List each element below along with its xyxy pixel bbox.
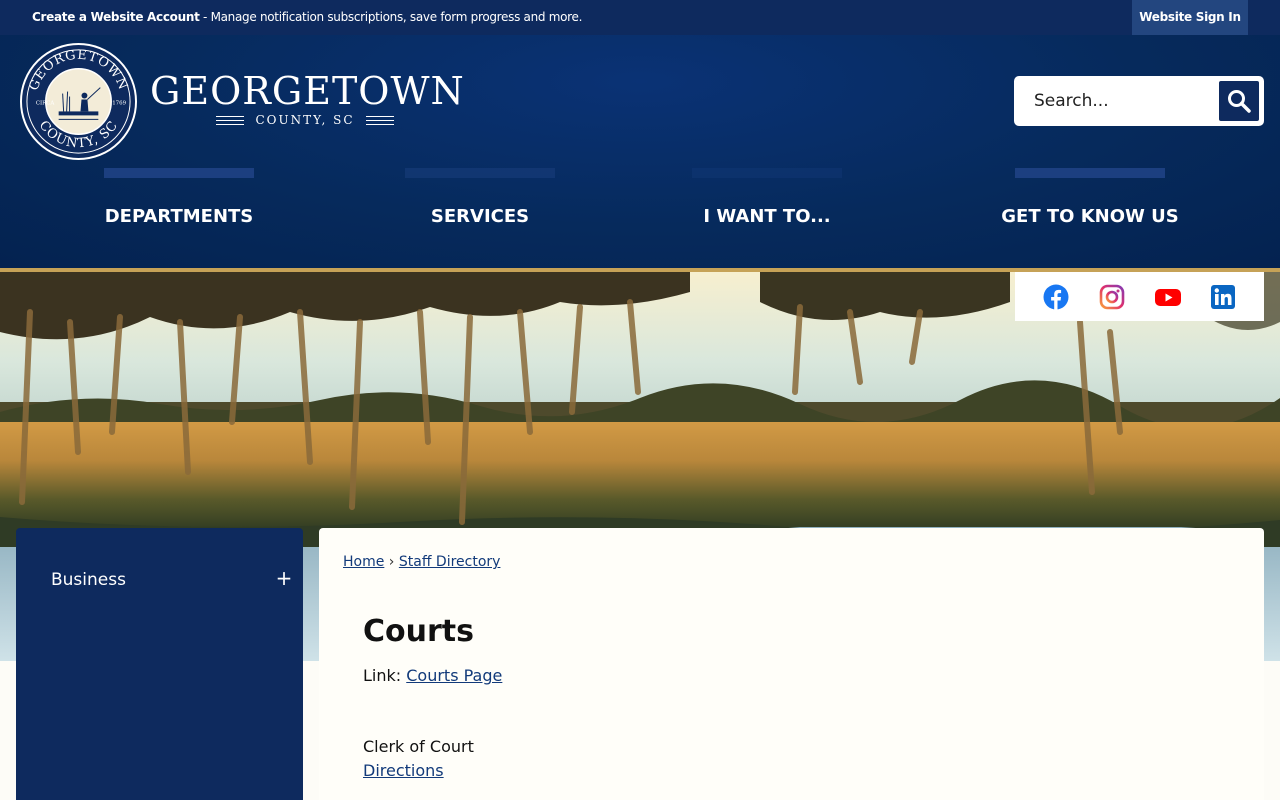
page-title: Courts — [363, 614, 474, 649]
nav-label: GET TO KNOW US — [1001, 206, 1179, 227]
decor-lines-left — [216, 116, 244, 125]
social-media-bar — [1015, 272, 1264, 321]
expand-plus-icon[interactable]: + — [274, 566, 294, 590]
instagram-icon[interactable] — [1099, 284, 1125, 310]
nav-services[interactable]: SERVICES — [405, 168, 555, 268]
sidebar-item-business[interactable]: Business — [51, 570, 126, 590]
breadcrumb-home[interactable]: Home — [343, 554, 384, 570]
create-account-bold: Create a Website Account — [32, 10, 200, 24]
nav-get-to-know-us[interactable]: GET TO KNOW US — [1001, 168, 1179, 268]
nav-i-want-to[interactable]: I WANT TO... — [692, 168, 842, 268]
svg-text:CIRCA: CIRCA — [36, 100, 55, 106]
courts-page-link[interactable]: Courts Page — [406, 666, 502, 685]
directions-link[interactable]: Directions — [363, 761, 444, 780]
create-account-link[interactable]: Create a Website Account - Manage notifi… — [32, 10, 582, 24]
nav-indicator — [692, 168, 842, 178]
breadcrumb-staff-directory[interactable]: Staff Directory — [399, 554, 501, 570]
nav-indicator — [405, 168, 555, 178]
brand-subtitle: COUNTY, SC — [216, 112, 394, 128]
courts-link-row: Link: Courts Page — [363, 666, 502, 685]
link-prefix: Link: — [363, 666, 407, 685]
breadcrumb: Home › Staff Directory — [343, 554, 500, 570]
youtube-icon[interactable] — [1154, 284, 1182, 310]
search-input[interactable] — [1024, 84, 1220, 118]
nav-label: DEPARTMENTS — [104, 206, 254, 227]
search-button[interactable] — [1219, 81, 1259, 121]
site-header: GEORGETOWN COUNTY, SC CIRCA 1769 GEORGET… — [0, 35, 1280, 268]
website-sign-in-button[interactable]: Website Sign In — [1132, 0, 1248, 35]
nav-indicator — [1015, 168, 1165, 178]
office-name: Clerk of Court — [363, 737, 474, 756]
county-seal-logo[interactable]: GEORGETOWN COUNTY, SC CIRCA 1769 — [19, 42, 138, 161]
brand-title[interactable]: GEORGETOWN — [150, 69, 465, 113]
facebook-icon[interactable] — [1043, 284, 1069, 310]
brand-subtitle-text: COUNTY, SC — [255, 113, 355, 127]
search-icon — [1228, 90, 1251, 113]
nav-label: I WANT TO... — [703, 206, 831, 227]
search-box — [1014, 76, 1264, 126]
nav-indicator — [104, 168, 254, 178]
svg-text:1769: 1769 — [112, 100, 126, 106]
decor-lines-right — [366, 116, 394, 125]
nav-label: SERVICES — [430, 206, 530, 227]
sidebar-nav: Business + — [16, 528, 303, 800]
breadcrumb-separator: › — [388, 554, 395, 570]
nav-departments[interactable]: DEPARTMENTS — [104, 168, 254, 268]
linkedin-icon[interactable] — [1210, 284, 1236, 310]
main-content: Home › Staff Directory Courts Link: Cour… — [319, 528, 1264, 800]
create-account-description: - Manage notification subscriptions, sav… — [199, 10, 583, 24]
top-utility-bar: Create a Website Account - Manage notifi… — [0, 0, 1280, 35]
